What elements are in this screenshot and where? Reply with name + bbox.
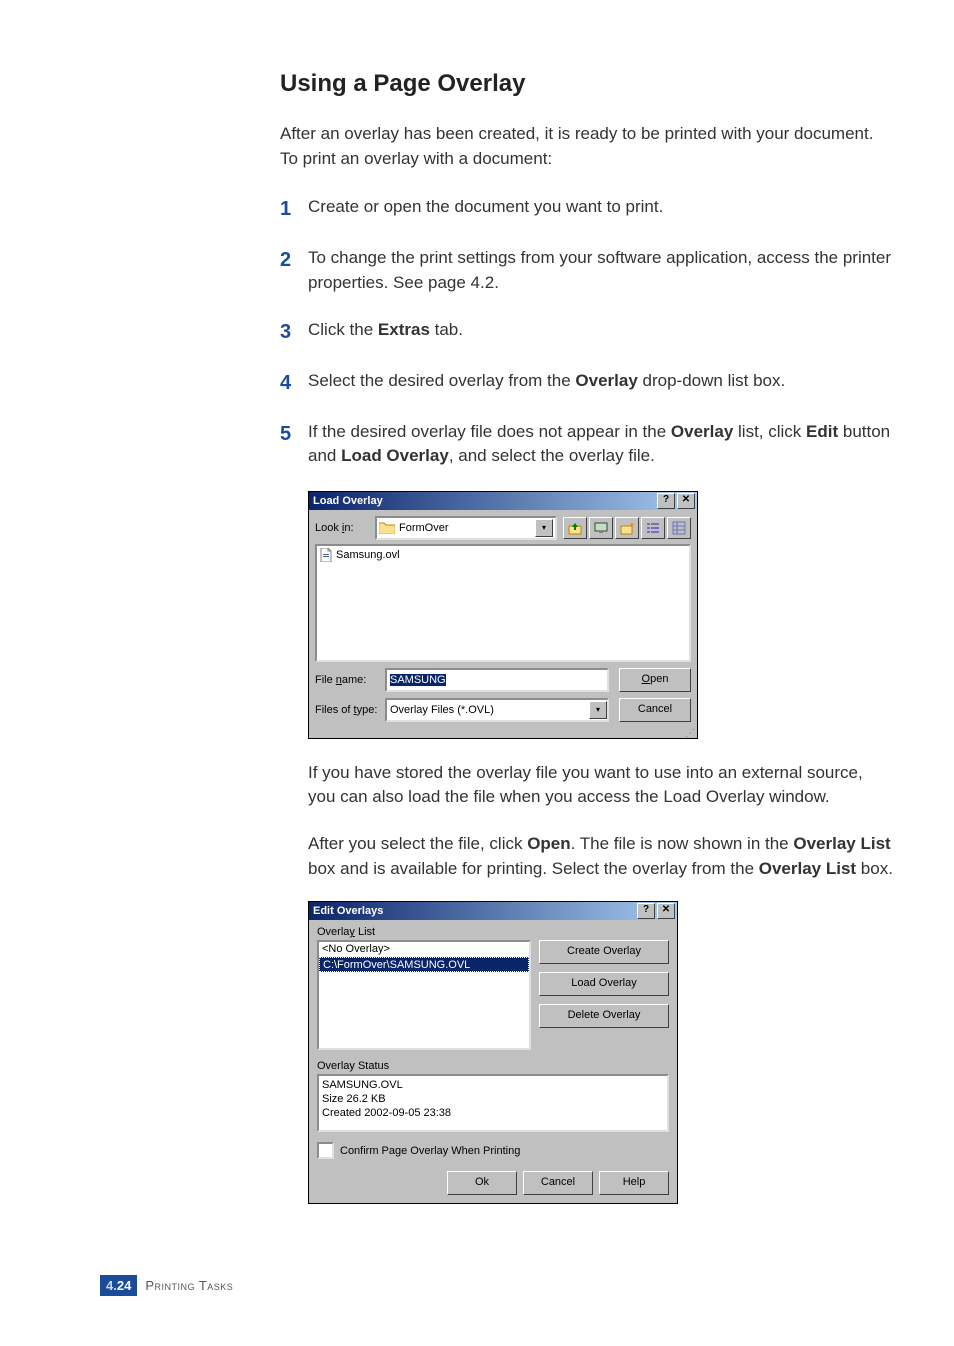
overlay-status-label: Overlay Status — [317, 1060, 669, 1072]
file-name: Samsung.ovl — [336, 549, 400, 561]
resize-grip-icon[interactable]: ⋰ — [309, 730, 697, 738]
delete-overlay-button[interactable]: Delete Overlay — [539, 1004, 669, 1028]
dialog-titlebar[interactable]: Load Overlay ? ✕ — [309, 492, 697, 510]
dialog-titlebar[interactable]: Edit Overlays ? ✕ — [309, 902, 677, 920]
file-name-input[interactable]: SAMSUNG — [385, 668, 609, 692]
look-in-label: Look in: — [315, 522, 375, 534]
list-item[interactable]: Samsung.ovl — [319, 548, 687, 562]
step-2-text: To change the print settings from your s… — [308, 246, 894, 295]
list-item[interactable]: C:\FormOver\SAMSUNG.OVL — [319, 957, 529, 972]
load-overlay-button[interactable]: Load Overlay — [539, 972, 669, 996]
step-5-text: If the desired overlay file does not app… — [308, 420, 894, 469]
step-number-5: 5 — [280, 420, 308, 469]
new-folder-icon[interactable]: ✦ — [615, 517, 639, 539]
list-view-icon[interactable] — [641, 517, 665, 539]
ok-button[interactable]: Ok — [447, 1171, 517, 1195]
step-number-1: 1 — [280, 195, 308, 224]
open-button[interactable]: Open — [619, 668, 691, 692]
look-in-combo[interactable]: FormOver — [375, 516, 557, 540]
overlay-list-label: Overlay List — [317, 926, 669, 938]
file-type-label: Files of type: — [315, 704, 385, 716]
step-1-text: Create or open the document you want to … — [308, 195, 894, 224]
confirm-overlay-label: Confirm Page Overlay When Printing — [340, 1145, 520, 1157]
folder-icon — [379, 521, 395, 534]
cancel-button[interactable]: Cancel — [523, 1171, 593, 1195]
step-number-4: 4 — [280, 369, 308, 398]
page-number: 4.24 — [100, 1275, 137, 1296]
create-overlay-button[interactable]: Create Overlay — [539, 940, 669, 964]
page-heading: Using a Page Overlay — [280, 70, 894, 98]
page-footer: 4.24 Printing Tasks — [100, 1275, 233, 1296]
step-number-2: 2 — [280, 246, 308, 295]
help-button[interactable]: ? — [637, 903, 655, 919]
close-button[interactable]: ✕ — [657, 903, 675, 919]
paragraph: After you select the file, click Open. T… — [308, 832, 894, 881]
details-view-icon[interactable] — [667, 517, 691, 539]
step-4-text: Select the desired overlay from the Over… — [308, 369, 894, 398]
folder-name: FormOver — [399, 522, 449, 534]
file-name-label: File name: — [315, 674, 385, 686]
chevron-down-icon[interactable] — [535, 519, 553, 537]
section-name: Printing Tasks — [145, 1278, 233, 1293]
list-item[interactable]: <No Overlay> — [319, 942, 529, 957]
up-one-level-icon[interactable] — [563, 517, 587, 539]
help-button[interactable]: Help — [599, 1171, 669, 1195]
dialog-title: Edit Overlays — [313, 905, 635, 917]
close-button[interactable]: ✕ — [677, 493, 695, 509]
confirm-overlay-checkbox[interactable] — [317, 1142, 334, 1159]
intro-text: After an overlay has been created, it is… — [280, 122, 894, 171]
svg-text:✦: ✦ — [629, 521, 634, 529]
dialog-title: Load Overlay — [313, 495, 655, 507]
step-number-3: 3 — [280, 318, 308, 347]
file-type-combo[interactable]: Overlay Files (*.OVL) — [385, 698, 609, 722]
file-list[interactable]: Samsung.ovl — [315, 544, 691, 662]
step-3-text: Click the Extras tab. — [308, 318, 894, 347]
cancel-button[interactable]: Cancel — [619, 698, 691, 722]
chevron-down-icon[interactable] — [589, 701, 607, 719]
paragraph: If you have stored the overlay file you … — [308, 761, 894, 810]
document-icon — [319, 548, 333, 562]
overlay-list[interactable]: <No Overlay> C:\FormOver\SAMSUNG.OVL — [317, 940, 531, 1050]
edit-overlays-dialog: Edit Overlays ? ✕ Overlay List <No Overl… — [308, 901, 678, 1204]
desktop-icon[interactable] — [589, 517, 613, 539]
load-overlay-dialog: Load Overlay ? ✕ Look in: FormOver — [308, 491, 698, 739]
help-button[interactable]: ? — [657, 493, 675, 509]
overlay-status-box: SAMSUNG.OVL Size 26.2 KB Created 2002-09… — [317, 1074, 669, 1132]
